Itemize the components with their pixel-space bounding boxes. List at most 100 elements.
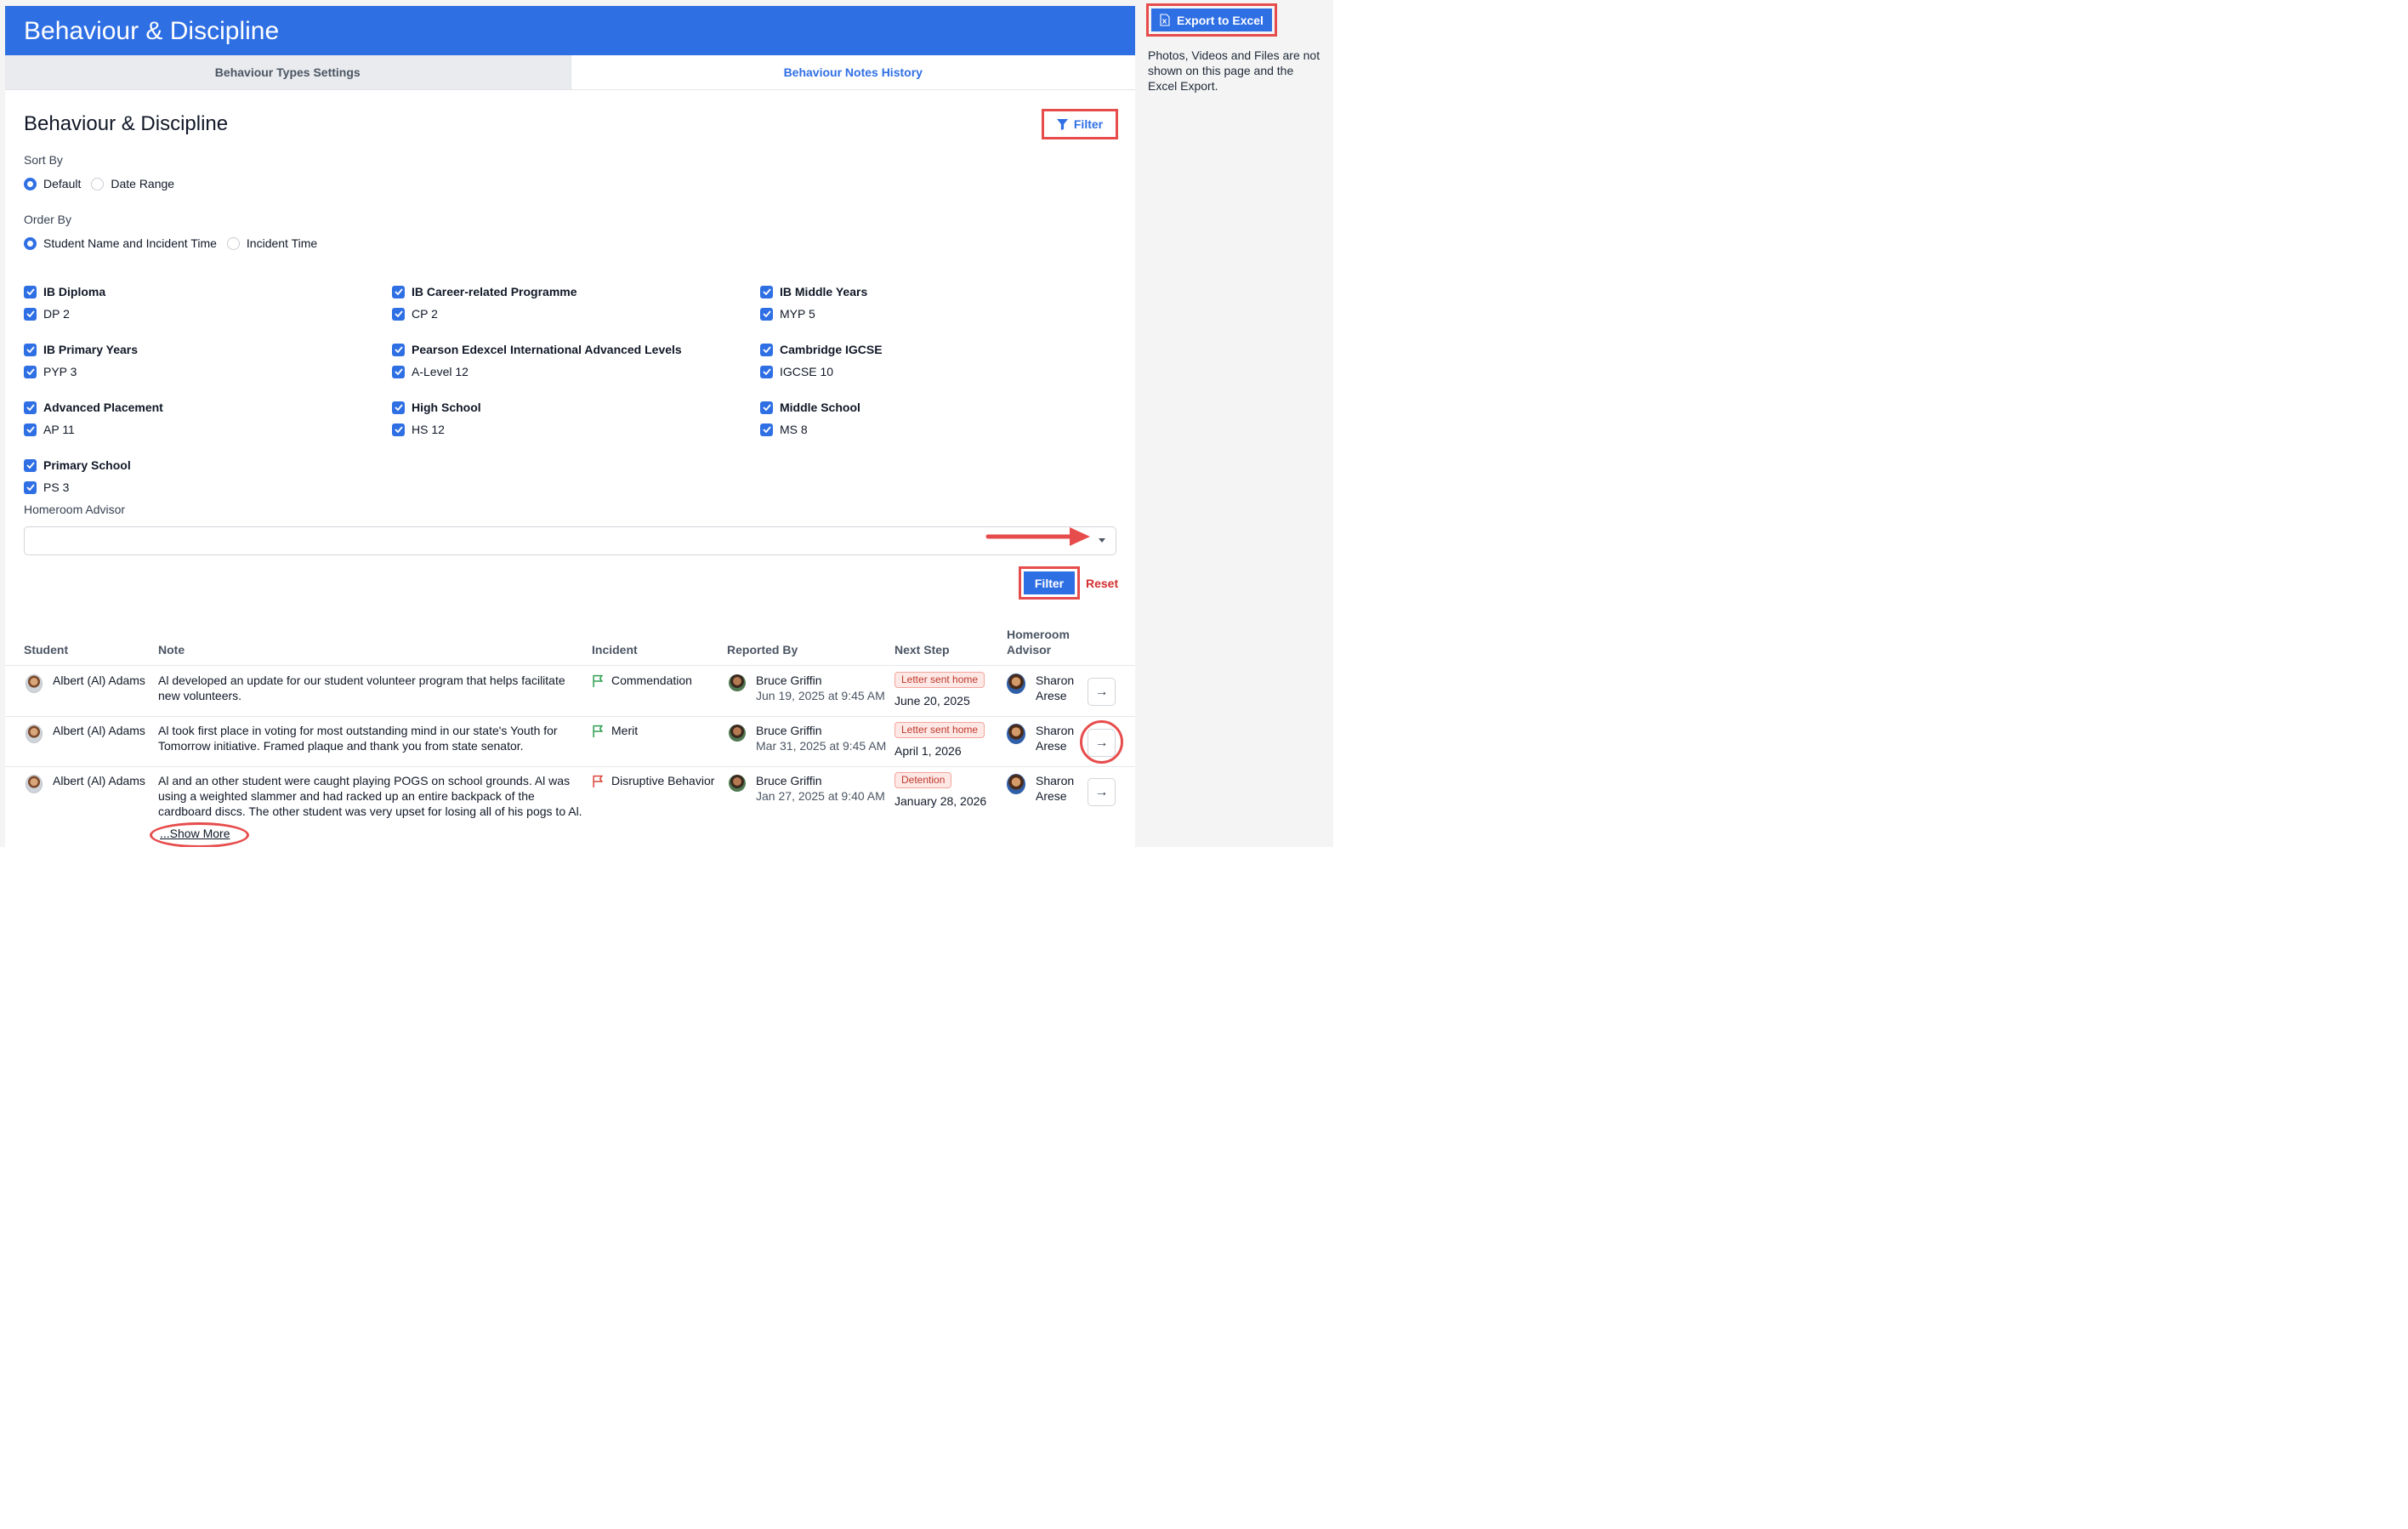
grade-checkbox[interactable]: MYP 5 xyxy=(760,307,815,321)
student-name: Albert (Al) Adams xyxy=(53,724,145,737)
program-checkbox[interactable]: Advanced Placement xyxy=(24,401,163,414)
filter-apply-button[interactable]: Filter xyxy=(1024,571,1075,594)
order-student-name-label: Student Name and Incident Time xyxy=(43,236,217,250)
next-step-date: June 20, 2025 xyxy=(894,694,970,708)
grade-checkbox[interactable]: IGCSE 10 xyxy=(760,365,833,378)
grade-checkbox[interactable]: CP 2 xyxy=(392,307,438,321)
grade-checkbox[interactable]: AP 11 xyxy=(24,423,75,436)
arrow-right-icon: → xyxy=(1094,735,1109,750)
grade-checkbox[interactable]: PS 3 xyxy=(24,480,69,494)
checkbox-checked-icon xyxy=(392,365,405,378)
advisor-avatar xyxy=(1007,674,1025,694)
grade-name: MYP 5 xyxy=(780,307,815,321)
program-checkbox[interactable]: IB Middle Years xyxy=(760,285,867,298)
advisor-avatar xyxy=(1007,774,1025,794)
student-name: Albert (Al) Adams xyxy=(53,774,145,787)
grade-checkbox[interactable]: MS 8 xyxy=(760,423,808,436)
next-step-date: April 1, 2026 xyxy=(894,744,962,758)
grade-name: PYP 3 xyxy=(43,365,77,378)
advisor-last-name: Arese xyxy=(1036,689,1067,702)
table-divider xyxy=(5,716,1135,717)
order-by-options: Student Name and Incident Time Incident … xyxy=(24,236,317,250)
checkbox-checked-icon xyxy=(392,423,405,436)
reporter-avatar xyxy=(729,725,746,742)
checkbox-checked-icon xyxy=(392,285,405,298)
student-avatar xyxy=(26,775,43,793)
grade-name: IGCSE 10 xyxy=(780,365,834,378)
table-divider xyxy=(5,665,1135,666)
homeroom-advisor-label: Homeroom Advisor xyxy=(24,503,126,516)
arrow-right-icon: → xyxy=(1094,784,1109,799)
col-header-student: Student xyxy=(24,643,69,657)
sort-default-label: Default xyxy=(43,177,82,190)
order-incident-time-radio[interactable] xyxy=(226,236,240,250)
incident-cell: Merit xyxy=(592,723,638,738)
grade-checkbox[interactable]: PYP 3 xyxy=(24,365,77,378)
next-step-date: January 28, 2026 xyxy=(894,794,987,808)
tab-behaviour-notes-history[interactable]: Behaviour Notes History xyxy=(570,55,1135,89)
program-checkbox[interactable]: IB Diploma xyxy=(24,285,105,298)
order-incident-time-label: Incident Time xyxy=(246,236,318,250)
filter-toggle-button[interactable]: Filter xyxy=(1042,109,1118,139)
program-checkbox[interactable]: IB Primary Years xyxy=(24,343,138,356)
arrow-right-icon: → xyxy=(1094,684,1109,699)
sort-date-range-radio[interactable] xyxy=(91,177,105,190)
show-more-link[interactable]: ...Show More xyxy=(160,827,230,840)
next-step-badge: Detention xyxy=(894,772,952,788)
col-header-homeroom-line2: Advisor xyxy=(1007,643,1052,657)
advisor-last-name: Arese xyxy=(1036,739,1067,753)
checkbox-checked-icon xyxy=(24,423,37,436)
table-row: Albert (Al) Adams Al developed an update… xyxy=(24,672,1135,715)
incident-type: Merit xyxy=(611,724,639,737)
homeroom-advisor-select[interactable] xyxy=(24,526,1116,555)
program-checkbox[interactable]: IB Career-related Programme xyxy=(392,285,577,298)
student-name: Albert (Al) Adams xyxy=(53,674,145,687)
reset-button[interactable]: Reset xyxy=(1086,577,1118,590)
view-note-button[interactable]: → xyxy=(1088,729,1116,757)
program-checkbox[interactable]: Cambridge IGCSE xyxy=(760,343,883,356)
export-highlight: Export to Excel xyxy=(1146,3,1277,37)
incident-cell: Disruptive Behavior xyxy=(592,773,714,788)
order-student-name-radio[interactable] xyxy=(24,236,37,250)
grade-name: AP 11 xyxy=(43,423,75,436)
app-header: Behaviour & Discipline xyxy=(5,6,1135,55)
program-name: Primary School xyxy=(43,458,131,472)
grade-checkbox[interactable]: DP 2 xyxy=(24,307,70,321)
checkbox-checked-icon xyxy=(760,365,773,378)
advisor-first-name: Sharon xyxy=(1036,674,1075,687)
grade-checkbox[interactable]: A-Level 12 xyxy=(392,365,469,378)
note-text: Al and an other student were caught play… xyxy=(158,774,582,818)
advisor-first-name: Sharon xyxy=(1036,724,1075,737)
program-checkbox[interactable]: Middle School xyxy=(760,401,860,414)
student-avatar xyxy=(26,725,43,743)
export-to-excel-button[interactable]: Export to Excel xyxy=(1151,9,1272,31)
checkbox-checked-icon xyxy=(392,401,405,414)
advisor-avatar xyxy=(1007,724,1025,744)
program-name: IB Career-related Programme xyxy=(412,285,577,298)
col-header-next-step: Next Step xyxy=(894,643,950,657)
grade-checkbox[interactable]: HS 12 xyxy=(392,423,445,436)
funnel-icon xyxy=(1056,118,1068,130)
program-checkbox[interactable]: Pearson Edexcel International Advanced L… xyxy=(392,343,682,356)
next-step-badge-text: Detention xyxy=(894,772,952,788)
next-step-badge-text: Letter sent home xyxy=(894,672,985,688)
tab-behaviour-types-settings[interactable]: Behaviour Types Settings xyxy=(5,55,571,89)
app-root: Behaviour & Discipline Behaviour Types S… xyxy=(0,0,1333,847)
program-checkbox[interactable]: High School xyxy=(392,401,481,414)
checkbox-checked-icon xyxy=(24,343,37,356)
order-by-label: Order By xyxy=(24,213,72,226)
program-name: Middle School xyxy=(780,401,860,414)
grade-name: HS 12 xyxy=(412,423,445,436)
table-row: Albert (Al) Adams Al took first place in… xyxy=(24,720,1135,765)
program-name: High School xyxy=(412,401,481,414)
main-panel: Behaviour & Discipline Behaviour Types S… xyxy=(5,6,1135,847)
sort-default-radio[interactable] xyxy=(24,177,37,190)
checkbox-checked-icon xyxy=(760,401,773,414)
export-note: Photos, Videos and Files are not shown o… xyxy=(1148,48,1320,93)
view-note-button[interactable]: → xyxy=(1088,678,1116,706)
program-checkbox[interactable]: Primary School xyxy=(24,458,131,472)
advisor-name: Sharon Arese xyxy=(1036,673,1074,703)
filter-toggle-label: Filter xyxy=(1073,117,1104,131)
view-note-button[interactable]: → xyxy=(1088,778,1116,806)
grade-name: A-Level 12 xyxy=(412,365,469,378)
